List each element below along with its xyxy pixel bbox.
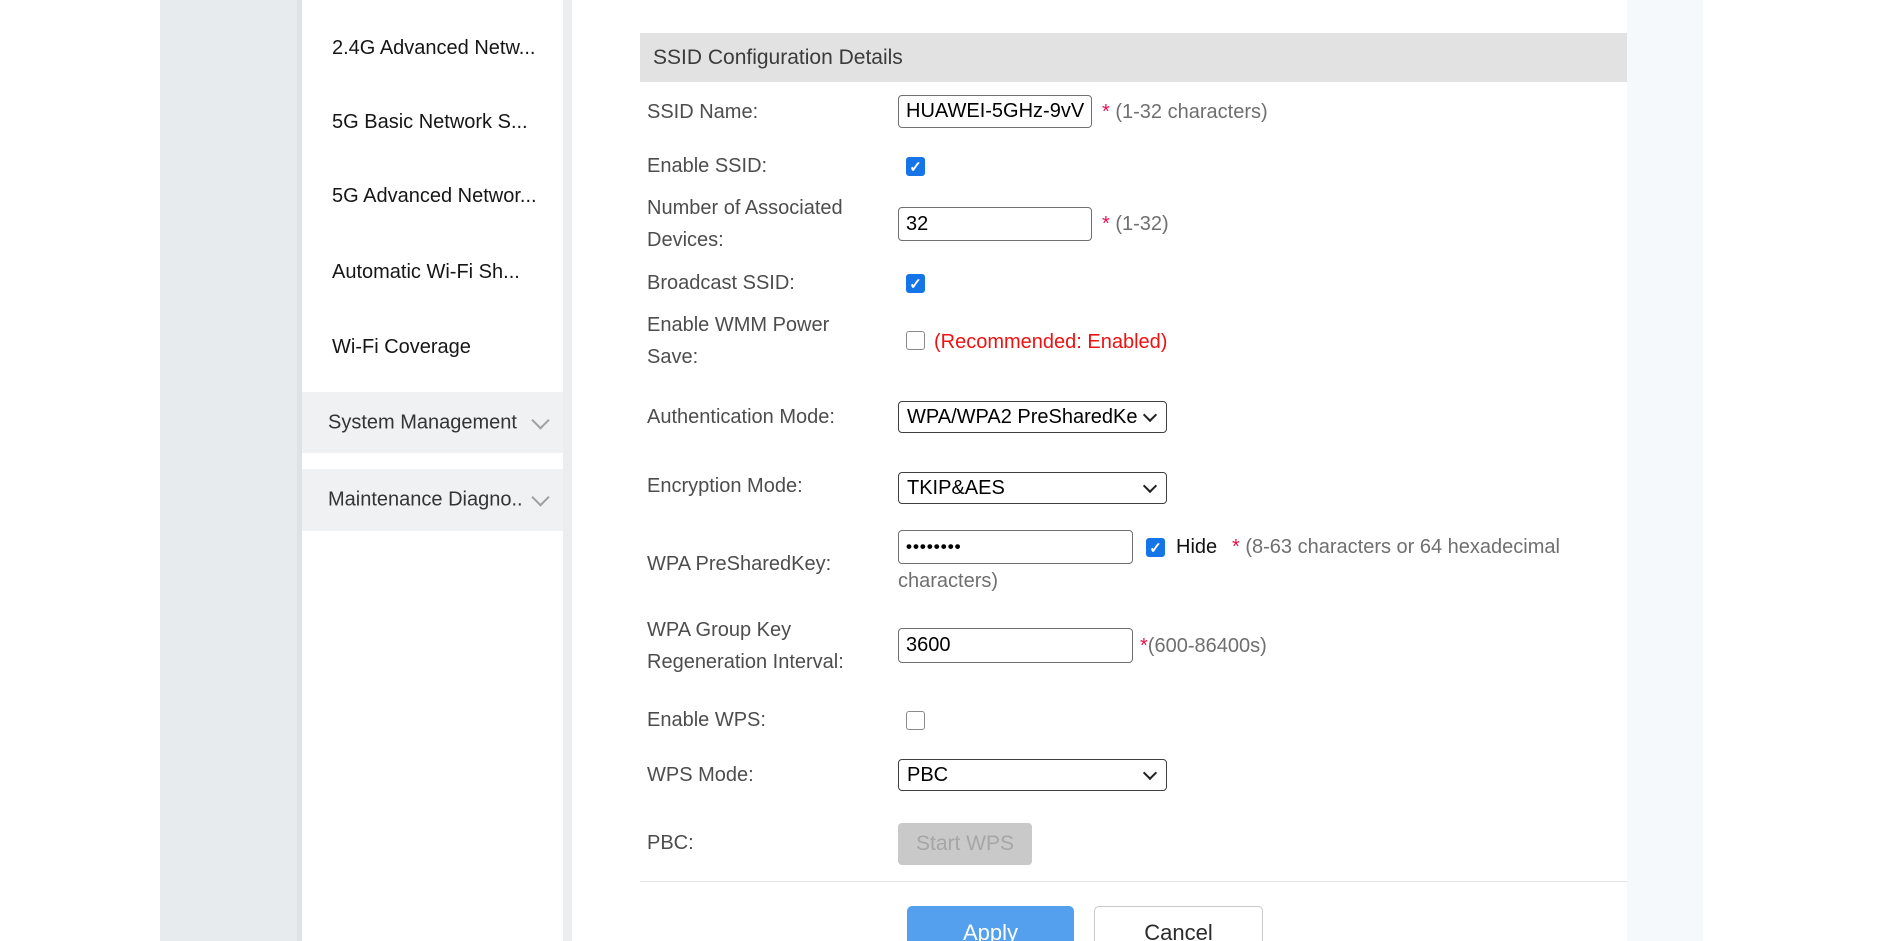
label-line2: Devices: (647, 224, 843, 256)
enable-wps-checkbox[interactable] (906, 711, 925, 730)
sidebar-scrollbar[interactable] (563, 0, 572, 941)
enable-ssid-checkbox[interactable] (906, 157, 925, 176)
authentication-mode-label: Authentication Mode: (647, 404, 835, 430)
pbc-label: PBC: (647, 830, 694, 856)
hint-text: (1-32 characters) (1115, 101, 1267, 123)
hint-text-line1: (8-63 characters or 64 hexadecimal (1245, 536, 1560, 558)
wpa-presharedkey-label: WPA PreSharedKey: (647, 551, 831, 577)
wmm-power-save-label: Enable WMM Power Save: (647, 309, 829, 373)
required-asterisk: * (1102, 101, 1110, 123)
sidebar-menu: 2.4G Advanced Netw... 5G Basic Network S… (302, 0, 563, 941)
sidebar-item-24g-advanced-network[interactable]: 2.4G Advanced Netw... (332, 35, 535, 61)
chevron-down-icon (531, 488, 549, 506)
enable-wps-label: Enable WPS: (647, 707, 766, 733)
cancel-button[interactable]: Cancel (1094, 906, 1263, 941)
chevron-down-icon (1143, 479, 1157, 493)
encryption-mode-select[interactable]: TKIP&AES (898, 472, 1167, 504)
label-line2: Regeneration Interval: (647, 646, 844, 678)
group-key-interval-hint: *(600-86400s) (1140, 633, 1267, 659)
panel-header: SSID Configuration Details (640, 33, 1627, 82)
label-line1: Number of Associated (647, 192, 843, 224)
hide-password-label: Hide (1176, 534, 1217, 560)
start-wps-button[interactable]: Start WPS (898, 823, 1032, 865)
hint-text: (1-32) (1115, 213, 1168, 235)
group-key-interval-input[interactable]: 3600 (898, 628, 1133, 663)
authentication-mode-select[interactable]: WPA/WPA2 PreSharedKe (898, 401, 1167, 433)
ssid-name-hint: * (1-32 characters) (1102, 99, 1268, 125)
wmm-recommended-note: (Recommended: Enabled) (934, 329, 1167, 355)
apply-button[interactable]: Apply (907, 906, 1074, 941)
hide-password-checkbox[interactable] (1146, 538, 1165, 557)
wps-mode-select[interactable]: PBC (898, 759, 1167, 791)
required-asterisk: * (1232, 536, 1240, 558)
sidebar-item-5g-basic-network[interactable]: 5G Basic Network S... (332, 109, 528, 135)
left-gray-strip (160, 0, 302, 941)
wpa-presharedkey-hint-line2: characters) (898, 568, 998, 594)
required-asterisk: * (1102, 213, 1110, 235)
broadcast-ssid-label: Broadcast SSID: (647, 270, 795, 296)
wmm-power-save-checkbox[interactable] (906, 331, 925, 350)
sidebar-section-maintenance-diagnosis[interactable]: Maintenance Diagno.. (302, 469, 563, 531)
chevron-down-icon (531, 411, 549, 429)
sidebar-section-label: Maintenance Diagno.. (328, 489, 523, 512)
label-line1: Enable WMM Power (647, 309, 829, 341)
wpa-presharedkey-input[interactable]: •••••••• (898, 530, 1133, 564)
selected-value: WPA/WPA2 PreSharedKe (907, 406, 1137, 429)
broadcast-ssid-checkbox[interactable] (906, 274, 925, 293)
chevron-down-icon (1143, 408, 1157, 422)
sidebar-section-system-management[interactable]: System Management (302, 392, 563, 453)
ssid-name-label: SSID Name: (647, 99, 758, 125)
associated-devices-input[interactable]: 32 (898, 207, 1092, 241)
wpa-presharedkey-hint: * (8-63 characters or 64 hexadecimal (1232, 534, 1560, 560)
enable-ssid-label: Enable SSID: (647, 153, 767, 179)
associated-devices-label: Number of Associated Devices: (647, 192, 843, 256)
page-title: SSID Configuration Details (653, 33, 1627, 82)
required-asterisk: * (1140, 635, 1148, 657)
router-config-page: 2.4G Advanced Netw... 5G Basic Network S… (0, 0, 1904, 941)
panel-bottom-border (640, 881, 1627, 882)
encryption-mode-label: Encryption Mode: (647, 473, 803, 499)
selected-value: PBC (907, 764, 948, 787)
label-line1: WPA Group Key (647, 614, 844, 646)
hint-text: (600-86400s) (1148, 635, 1267, 657)
group-key-interval-label: WPA Group Key Regeneration Interval: (647, 614, 844, 678)
label-line2: Save: (647, 341, 829, 373)
sidebar-item-automatic-wifi-share[interactable]: Automatic Wi-Fi Sh... (332, 259, 520, 285)
ssid-name-input[interactable]: HUAWEI-5GHz-9vV (898, 95, 1092, 128)
sidebar-item-5g-advanced-network[interactable]: 5G Advanced Networ... (332, 183, 537, 209)
associated-devices-hint: * (1-32) (1102, 211, 1169, 237)
content-right-gutter (1627, 0, 1703, 941)
wps-mode-label: WPS Mode: (647, 762, 754, 788)
sidebar-item-wifi-coverage[interactable]: Wi-Fi Coverage (332, 334, 471, 360)
sidebar-section-label: System Management (328, 411, 517, 434)
chevron-down-icon (1143, 766, 1157, 780)
selected-value: TKIP&AES (907, 477, 1005, 500)
